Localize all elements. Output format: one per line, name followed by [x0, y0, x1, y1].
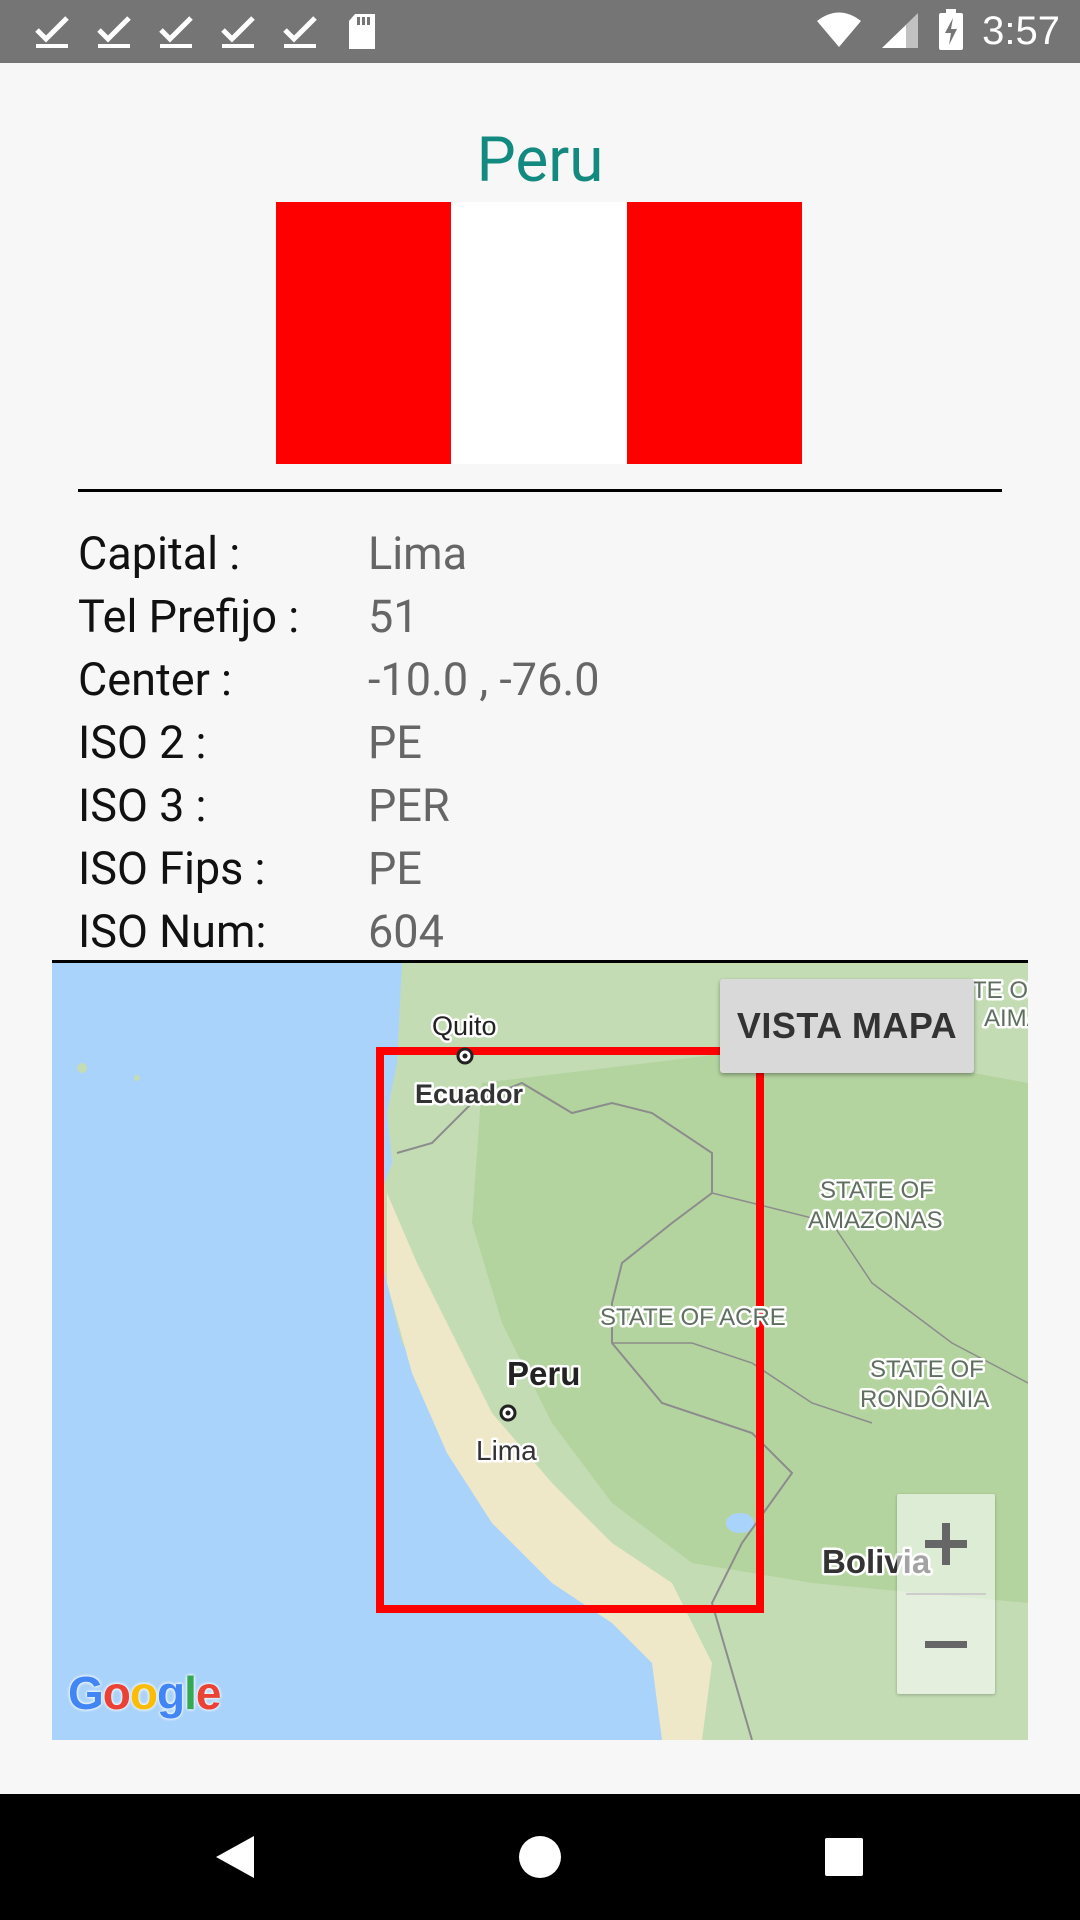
map-label-rondonia-2: RONDÔNIA — [860, 1385, 989, 1413]
map-label-acre: STATE OF ACRE — [600, 1304, 786, 1331]
wifi-icon — [816, 12, 862, 52]
map-canvas[interactable]: Quito Ecuador Peru Lima STATE OF AMAZONA… — [52, 963, 1028, 1740]
check-icon — [154, 10, 198, 54]
info-label: ISO Fips : — [78, 842, 266, 895]
info-value: 604 — [368, 905, 444, 958]
info-value: Lima — [368, 527, 468, 580]
island — [134, 1075, 140, 1081]
info-value: 51 — [368, 590, 419, 643]
info-row-iso-fips: ISO Fips : PE — [78, 837, 1002, 900]
info-row-iso3: ISO 3 : PER — [78, 774, 1002, 837]
flag-stripe-left — [276, 202, 452, 464]
check-icon — [278, 10, 322, 54]
map-label-rondonia-1: STATE OF — [870, 1356, 984, 1383]
flag-stripe-right — [626, 202, 802, 464]
notification-icons — [30, 10, 384, 54]
map-label-ecuador: Ecuador — [415, 1079, 524, 1109]
google-logo: Google — [68, 1667, 221, 1719]
system-icons: 3:57 — [816, 0, 1060, 63]
info-value: PE — [368, 716, 422, 769]
city-marker-quito-dot — [462, 1053, 468, 1059]
recents-icon — [825, 1838, 863, 1876]
info-row-iso-num: ISO Num: 604 — [78, 900, 1002, 963]
map-label-lima: Lima — [476, 1435, 537, 1466]
zoom-in-button[interactable] — [897, 1494, 995, 1593]
divider — [78, 489, 1002, 492]
minus-icon — [925, 1640, 967, 1648]
sd-card-icon — [340, 10, 384, 54]
info-row-tel-prefix: Tel Prefijo : 51 — [78, 585, 1002, 648]
info-row-center: Center : -10.0 , -76.0 — [78, 648, 1002, 711]
battery-charging-icon — [938, 8, 964, 55]
check-icon — [30, 10, 74, 54]
check-icon — [216, 10, 260, 54]
info-value: PER — [368, 779, 450, 832]
info-label: Tel Prefijo : — [78, 590, 300, 643]
zoom-out-button[interactable] — [897, 1595, 995, 1694]
home-icon — [519, 1836, 561, 1878]
country-name: Peru — [476, 124, 604, 197]
city-marker-lima-dot — [505, 1410, 511, 1416]
clock: 3:57 — [982, 9, 1060, 53]
map-label-amazonas-2: AMAZONAS — [808, 1207, 943, 1234]
back-icon — [216, 1836, 254, 1878]
island — [77, 1063, 87, 1073]
country-flag — [276, 202, 802, 464]
map-view[interactable]: Quito Ecuador Peru Lima STATE OF AMAZONA… — [52, 963, 1028, 1740]
info-value: -10.0 , -76.0 — [368, 653, 600, 706]
map-label-quito: Quito — [432, 1011, 497, 1041]
navigation-bar — [0, 1794, 1080, 1920]
status-bar: 3:57 — [0, 0, 1080, 63]
flag-stripe-center — [451, 202, 627, 464]
map-label-peru: Peru — [507, 1355, 580, 1392]
home-button[interactable] — [480, 1794, 600, 1920]
recents-button[interactable] — [784, 1794, 904, 1920]
back-button[interactable] — [175, 1794, 295, 1920]
info-row-capital: Capital : Lima — [78, 522, 1002, 585]
info-value: PE — [368, 842, 422, 895]
vista-mapa-button[interactable]: VISTA MAPA — [720, 979, 974, 1073]
country-info-list: Capital : Lima Tel Prefijo : 51 Center :… — [78, 522, 1002, 963]
info-label: ISO 3 : — [78, 779, 207, 832]
info-row-iso2: ISO 2 : PE — [78, 711, 1002, 774]
info-label: Center : — [78, 653, 232, 706]
plus-icon — [925, 1522, 967, 1565]
map-label-top-right-1: TE OF — [972, 977, 1028, 1004]
info-label: Capital : — [78, 527, 241, 580]
zoom-controls — [897, 1494, 995, 1694]
lake — [726, 1513, 754, 1533]
info-label: ISO 2 : — [78, 716, 207, 769]
info-label: ISO Num: — [78, 905, 267, 958]
map-label-amazonas-1: STATE OF — [820, 1177, 934, 1204]
map-label-top-right-2: AIMA — [984, 1005, 1028, 1032]
signal-icon — [880, 11, 920, 53]
check-icon — [92, 10, 136, 54]
